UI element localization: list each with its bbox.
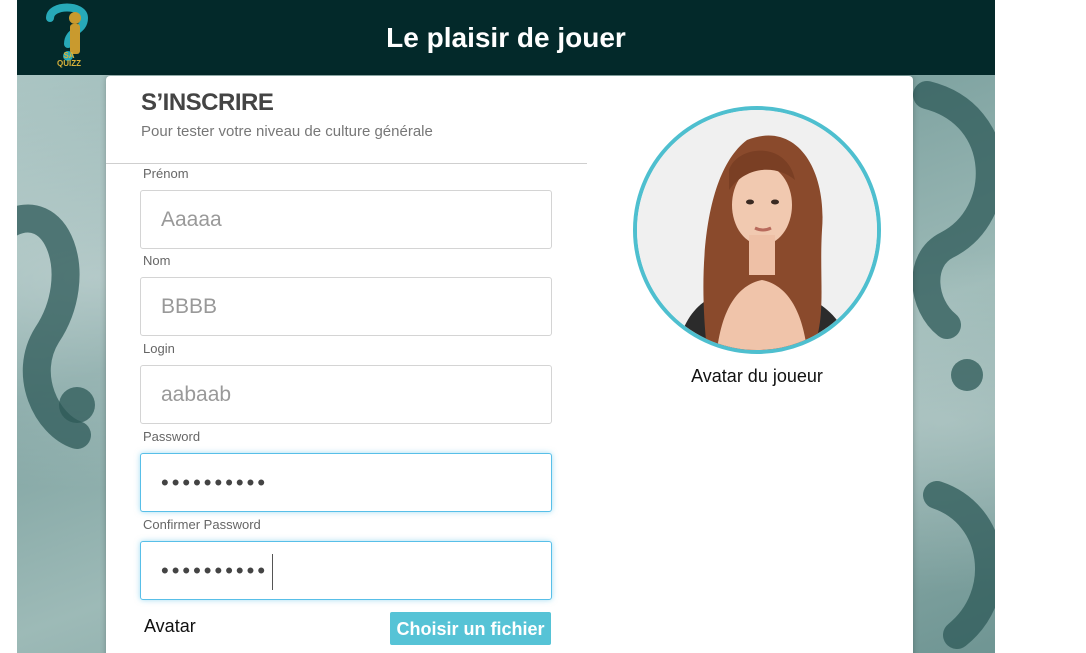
login-input[interactable]: aabaab (140, 365, 552, 424)
login-label: Login (143, 341, 175, 356)
password-label: Password (143, 429, 201, 444)
signup-card: S’INSCRIRE Pour tester votre niveau de c… (106, 76, 913, 653)
choose-file-button[interactable]: Choisir un fichier (390, 612, 551, 645)
lastname-label: Nom (143, 253, 171, 268)
firstname-label: Prénom (143, 166, 189, 181)
form-subtitle: Pour tester votre niveau de culture géné… (141, 123, 433, 140)
form-title: S’INSCRIRE (141, 89, 274, 116)
text-caret (272, 554, 274, 591)
password-input[interactable]: •••••••••• (140, 453, 552, 512)
avatar-label: Avatar (144, 616, 196, 636)
confirm-password-label: Confirmer Password (143, 517, 261, 532)
avatar-caption: Avatar du joueur (691, 366, 823, 386)
avatar-portrait-icon (637, 110, 877, 350)
lastname-value: BBBB (161, 295, 218, 318)
login-value: aabaab (161, 383, 232, 406)
lastname-input[interactable]: BBBB (140, 277, 552, 336)
firstname-value: Aaaaa (161, 208, 222, 231)
avatar-image (633, 106, 881, 354)
divider (106, 163, 587, 164)
password-value: •••••••••• (161, 470, 269, 495)
firstname-input[interactable]: Aaaaa (140, 190, 552, 249)
top-header: SA QUIZZ Le plaisir de jouer (17, 0, 995, 75)
confirm-password-input[interactable]: •••••••••• (140, 541, 552, 600)
app-window: SA QUIZZ Le plaisir de jouer S’INSCRIRE … (17, 0, 995, 653)
page-title: Le plaisir de jouer (386, 22, 626, 53)
confirm-password-value: •••••••••• (161, 558, 269, 583)
